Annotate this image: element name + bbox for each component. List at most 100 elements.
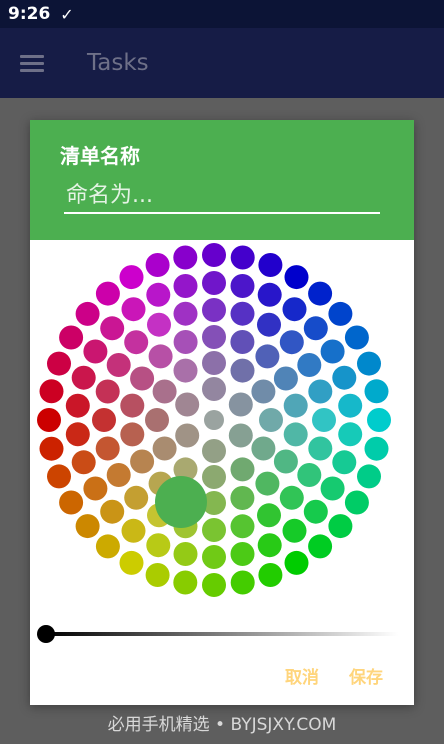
color-swatch[interactable] (282, 518, 307, 543)
color-swatch[interactable] (202, 271, 226, 295)
color-wheel[interactable] (30, 240, 414, 620)
color-swatch[interactable] (145, 563, 170, 587)
color-swatch[interactable] (257, 312, 281, 337)
color-swatch[interactable] (230, 301, 255, 326)
color-swatch[interactable] (173, 570, 198, 595)
color-swatch[interactable] (145, 253, 170, 277)
color-swatch[interactable] (202, 325, 226, 349)
color-swatch[interactable] (100, 316, 125, 341)
color-swatch[interactable] (257, 533, 282, 558)
color-swatch[interactable] (273, 366, 298, 391)
color-swatch[interactable] (59, 325, 84, 350)
color-swatch[interactable] (173, 301, 198, 326)
color-swatch[interactable] (147, 312, 171, 337)
color-swatch[interactable] (283, 422, 308, 447)
color-swatch[interactable] (228, 392, 253, 417)
color-swatch[interactable] (297, 353, 322, 377)
color-swatch[interactable] (119, 265, 144, 290)
color-swatch[interactable] (71, 365, 96, 390)
color-swatch[interactable] (258, 253, 283, 277)
color-swatch[interactable] (297, 463, 322, 487)
color-swatch[interactable] (124, 330, 149, 355)
color-swatch[interactable] (145, 408, 169, 432)
color-swatch[interactable] (230, 274, 255, 298)
color-swatch[interactable] (230, 514, 255, 539)
color-swatch[interactable] (173, 542, 198, 566)
color-swatch[interactable] (92, 408, 116, 432)
color-swatch[interactable] (146, 533, 171, 558)
color-swatch[interactable] (173, 330, 198, 354)
color-swatch[interactable] (257, 503, 281, 528)
color-swatch[interactable] (255, 471, 280, 496)
color-swatch[interactable] (37, 408, 61, 432)
color-swatch[interactable] (251, 379, 276, 404)
color-swatch[interactable] (367, 408, 391, 432)
color-swatch[interactable] (124, 485, 149, 510)
color-swatch[interactable] (202, 465, 226, 489)
color-swatch[interactable] (332, 365, 357, 390)
list-name-input[interactable] (64, 178, 380, 214)
color-swatch[interactable] (308, 281, 333, 306)
color-swatch[interactable] (357, 351, 381, 376)
color-swatch[interactable] (175, 392, 200, 417)
color-swatch[interactable] (152, 379, 177, 404)
color-swatch[interactable] (364, 436, 389, 461)
color-swatch[interactable] (202, 351, 226, 375)
color-swatch[interactable] (71, 450, 96, 475)
color-swatch[interactable] (284, 265, 309, 290)
color-swatch[interactable] (47, 351, 71, 376)
color-swatch[interactable] (202, 439, 226, 463)
color-swatch[interactable] (230, 570, 255, 595)
color-swatch[interactable] (95, 534, 120, 559)
color-swatch[interactable] (320, 339, 345, 364)
color-swatch[interactable] (204, 410, 224, 430)
color-swatch[interactable] (283, 393, 308, 418)
color-swatch[interactable] (120, 422, 145, 447)
color-swatch[interactable] (75, 301, 100, 326)
brightness-slider-thumb[interactable] (37, 625, 55, 643)
color-swatch[interactable] (100, 499, 125, 524)
color-swatch[interactable] (279, 485, 304, 510)
color-swatch[interactable] (83, 339, 108, 364)
color-swatch[interactable] (148, 344, 173, 369)
color-swatch[interactable] (257, 282, 282, 307)
color-swatch[interactable] (364, 379, 389, 404)
color-swatch[interactable] (65, 422, 90, 447)
color-swatch[interactable] (344, 490, 369, 515)
color-swatch[interactable] (202, 573, 226, 597)
color-swatch[interactable] (312, 408, 336, 432)
color-swatch[interactable] (230, 245, 255, 270)
color-swatch[interactable] (303, 316, 328, 341)
color-swatch[interactable] (39, 436, 64, 461)
color-swatch[interactable] (202, 243, 226, 267)
color-swatch[interactable] (344, 325, 369, 350)
color-swatch[interactable] (121, 518, 146, 543)
color-swatch[interactable] (279, 330, 304, 355)
color-swatch[interactable] (258, 563, 283, 587)
color-swatch[interactable] (152, 436, 177, 461)
color-swatch[interactable] (175, 423, 200, 448)
color-swatch[interactable] (230, 457, 255, 482)
color-swatch[interactable] (273, 449, 298, 474)
color-swatch[interactable] (121, 297, 146, 322)
color-swatch[interactable] (303, 499, 328, 524)
color-swatch[interactable] (284, 550, 309, 575)
color-swatch[interactable] (228, 423, 253, 448)
color-swatch[interactable] (282, 297, 307, 322)
color-swatch[interactable] (95, 436, 120, 461)
color-swatch[interactable] (328, 301, 353, 326)
hamburger-menu-icon[interactable] (20, 53, 44, 73)
color-swatch[interactable] (328, 514, 353, 539)
color-swatch[interactable] (173, 358, 198, 383)
color-swatch[interactable] (83, 476, 108, 501)
color-swatch[interactable] (230, 330, 255, 354)
color-swatch[interactable] (47, 464, 71, 489)
color-swatch[interactable] (251, 436, 276, 461)
color-swatch[interactable] (357, 464, 381, 489)
color-swatch[interactable] (75, 514, 100, 539)
color-swatch[interactable] (332, 450, 357, 475)
color-swatch[interactable] (202, 377, 226, 401)
color-swatch[interactable] (119, 550, 144, 575)
brightness-slider-track[interactable] (46, 632, 398, 636)
color-swatch[interactable] (320, 476, 345, 501)
